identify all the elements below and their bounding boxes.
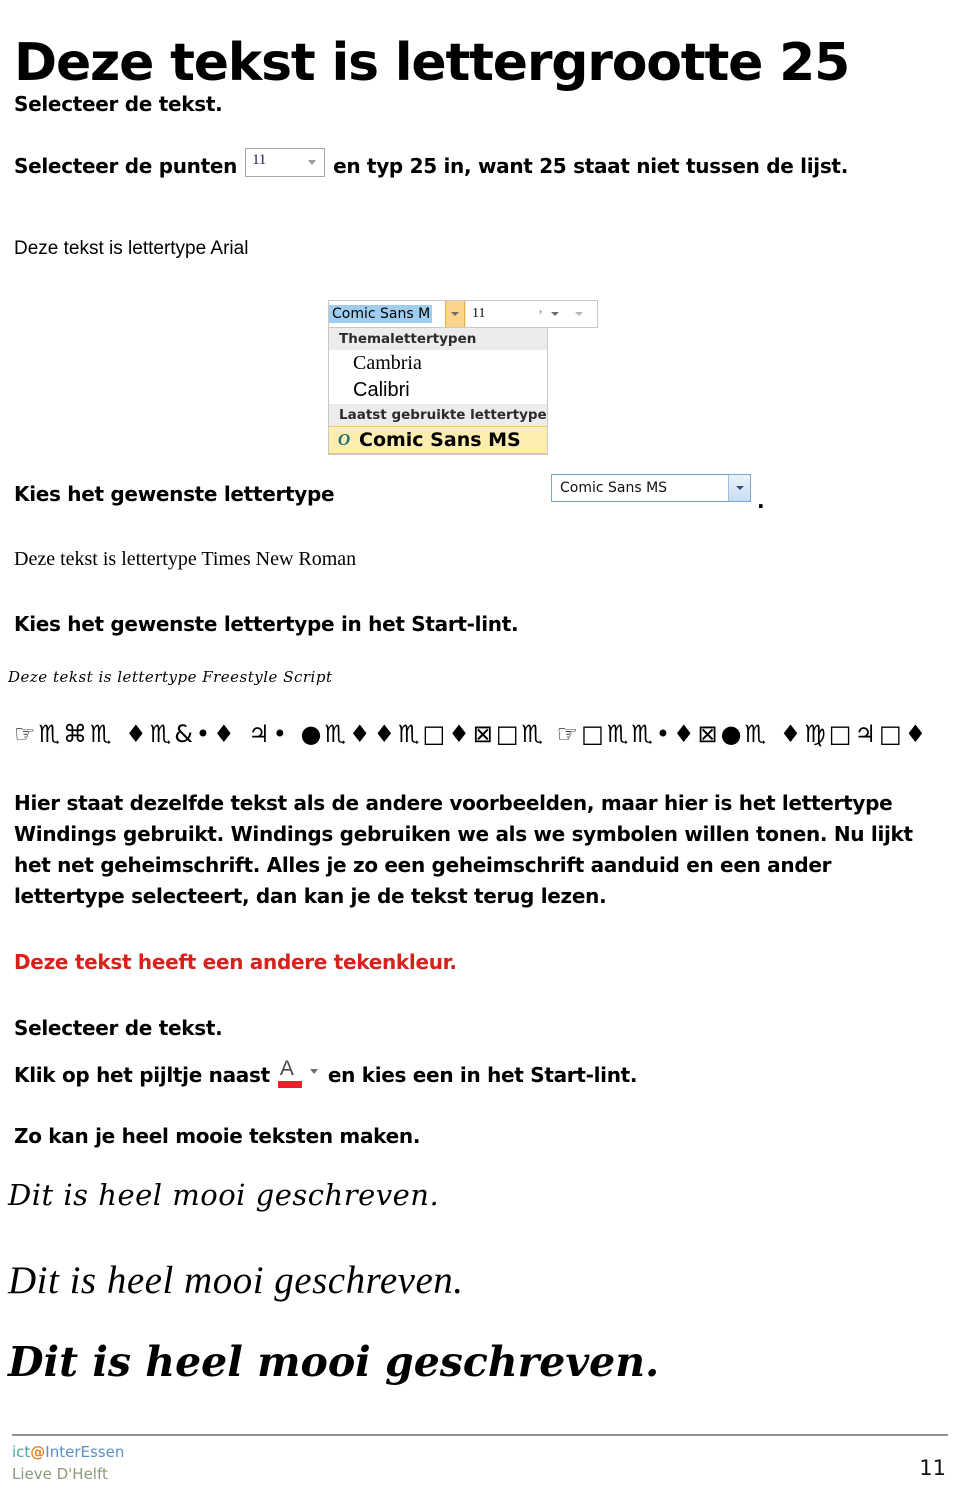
font-size-field[interactable]: 11 — [465, 301, 545, 327]
footer-divider — [12, 1434, 948, 1436]
font-combobox-dropdown-button[interactable] — [728, 475, 750, 501]
sample-arial: Deze tekst is lettertype Arial — [14, 238, 249, 259]
page-title: Deze tekst is lettergrootte 25 — [14, 32, 850, 93]
brand-part-interessen: InterEssen — [45, 1443, 125, 1461]
font-name-value: Comic Sans M — [329, 305, 433, 323]
chevron-down-icon[interactable] — [309, 1069, 318, 1074]
font-size-value-toolbar: 11 — [472, 306, 486, 321]
font-combobox-value: Comic Sans MS — [560, 480, 668, 496]
instruction-select-points-prefix: Selecteer de punten — [14, 154, 238, 178]
script-sample-medium: Dit is heel mooi geschreven. — [8, 1259, 464, 1302]
instruction-click-arrow-prefix: Klik op het pijltje naast — [14, 1063, 270, 1087]
toolbar-overflow[interactable] — [565, 301, 597, 327]
chevron-down-icon — [451, 312, 459, 316]
script-sample-small: Dit is heel mooi geschreven. — [8, 1178, 440, 1212]
truetype-icon: O — [337, 430, 351, 449]
chevron-down-icon — [735, 486, 744, 490]
stray-comma-mark: ’ — [538, 308, 543, 324]
footer-author: Lieve D'Helft — [12, 1464, 108, 1483]
letter-a-icon: A — [279, 1057, 294, 1080]
font-list-item-cambria[interactable]: Cambria — [329, 350, 547, 377]
sample-red-text: Deze tekst heeft een andere tekenkleur. — [14, 950, 457, 974]
font-color-button[interactable]: A — [276, 1058, 322, 1090]
sample-freestyle-script: Deze tekst is lettertype Freestyle Scrip… — [8, 668, 333, 686]
instruction-select-points-suffix: en typ 25 in, want 25 staat niet tussen … — [333, 154, 848, 178]
instruction-select-text-1: Selecteer de tekst. — [14, 92, 223, 116]
instruction-select-text-2: Selecteer de tekst. — [14, 1016, 223, 1040]
group-header-recent-fonts: Laatst gebruikte lettertype — [329, 404, 547, 426]
font-list-item-comic-sans-ms[interactable]: O Comic Sans MS — [329, 426, 547, 454]
instruction-click-arrow-suffix: en kies een in het Start-lint. — [327, 1063, 638, 1087]
document-page: Deze tekst is lettergrootte 25 Selecteer… — [0, 0, 960, 1491]
page-number: 11 — [919, 1456, 946, 1480]
footer: ict@InterEssen Lieve D'Helft — [12, 1442, 124, 1486]
font-name-combobox[interactable]: Comic Sans MS — [551, 474, 751, 502]
font-picker-screenshot: Comic Sans M 11 Themalettertypen Cambria… — [328, 300, 598, 455]
instruction-choose-font-1: Kies het gewenste lettertype — [14, 482, 335, 506]
brand-part-ict: ict — [12, 1443, 31, 1461]
font-dropdown-list[interactable]: Themalettertypen Cambria Calibri Laatst … — [328, 328, 548, 455]
at-sign-icon: @ — [30, 1443, 46, 1461]
chevron-down-icon — [551, 312, 559, 316]
closing-line: Zo kan je heel mooie teksten maken. — [14, 1124, 421, 1148]
script-sample-large: Dit is heel mooi geschreven. — [8, 1338, 660, 1386]
sample-times-new-roman: Deze tekst is lettertype Times New Roman — [14, 548, 357, 570]
period-after-combobox: . — [757, 489, 765, 513]
font-size-combobox[interactable]: 11 — [245, 148, 326, 177]
font-list-item-label: Comic Sans MS — [359, 429, 521, 451]
font-list-item-calibri[interactable]: Calibri — [329, 377, 547, 404]
font-name-field[interactable]: Comic Sans M — [329, 301, 445, 327]
font-size-value: 11 — [252, 152, 266, 168]
instruction-choose-font-ribbon: Kies het gewenste lettertype in het Star… — [14, 612, 519, 636]
instruction-select-points: Selecteer de punten 11 en typ 25 in, wan… — [14, 148, 848, 178]
font-toolbar[interactable]: Comic Sans M 11 — [328, 300, 598, 328]
paragraph-wingdings-explanation: Hier staat dezelfde tekst als de andere … — [14, 791, 913, 908]
font-size-dropdown-button[interactable] — [545, 301, 565, 327]
instruction-click-arrow: Klik op het pijltje naast A en kies een … — [14, 1058, 638, 1090]
font-color-swatch — [277, 1081, 302, 1088]
brand-logo-text: ict@InterEssen — [12, 1442, 124, 1464]
chevron-down-icon[interactable] — [308, 160, 317, 165]
sample-wingdings-line: ☞♏⌘♏ ♦♏&•♦ ♃• ●♏♦♦♏□♦⊠□♏ ☞□♏♏•♦⊠●♏ ♦♍□♃□… — [14, 720, 930, 748]
chevron-down-icon — [575, 312, 583, 316]
font-name-dropdown-button[interactable] — [445, 301, 465, 327]
group-header-theme-fonts: Themalettertypen — [329, 328, 547, 350]
